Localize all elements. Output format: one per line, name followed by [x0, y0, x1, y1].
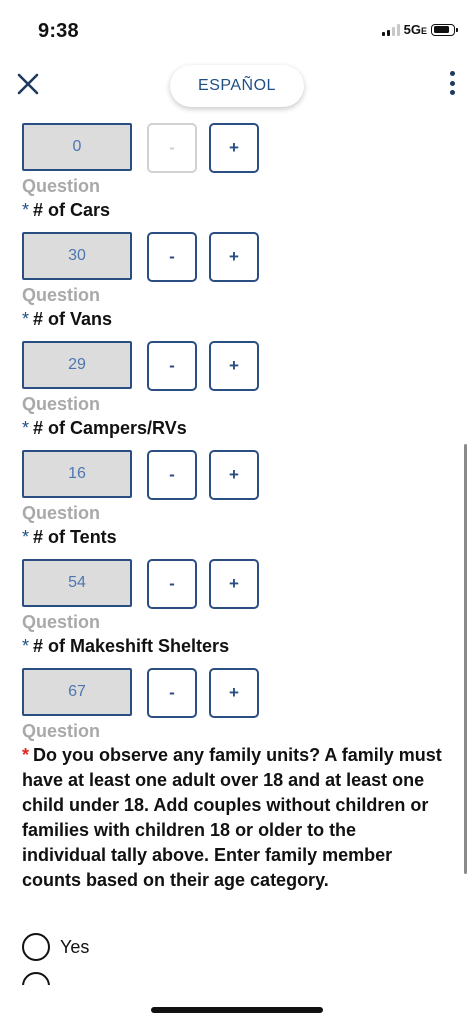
question-text: # of Cars — [33, 200, 111, 220]
decrement-button[interactable]: - — [147, 668, 197, 718]
count-value[interactable]: 29 — [22, 341, 132, 389]
network-suffix: E — [420, 26, 427, 36]
question-text: # of Makeshift Shelters — [33, 636, 230, 656]
question-title-shelters: * # of Makeshift Shelters — [22, 636, 229, 657]
family-units-question: * Do you observe any family units? A fami… — [22, 743, 442, 893]
count-value[interactable]: 67 — [22, 668, 132, 716]
count-value[interactable]: 54 — [22, 559, 132, 607]
decrement-button[interactable]: - — [147, 232, 197, 282]
question-label: Question — [22, 176, 101, 196]
language-toggle-button[interactable]: ESPAÑOL — [170, 65, 304, 107]
required-marker: * — [22, 200, 30, 220]
status-indicators: 5GE — [381, 22, 458, 37]
network-label: 5G — [403, 22, 421, 37]
question-text: Do you observe any family units? A famil… — [22, 745, 442, 890]
scrollbar[interactable] — [464, 444, 467, 874]
question-label: Question — [22, 721, 101, 741]
increment-button[interactable]: + — [209, 559, 259, 609]
bottom-safe-area — [0, 985, 473, 1024]
question-text: # of Campers/RVs — [33, 418, 187, 438]
close-button[interactable] — [14, 70, 44, 100]
decrement-button[interactable]: - — [147, 559, 197, 609]
close-icon — [17, 73, 39, 95]
increment-button[interactable]: + — [209, 341, 259, 391]
question-title-vans: * # of Vans — [22, 309, 112, 330]
more-options-button[interactable] — [445, 68, 459, 98]
required-marker: * — [22, 745, 30, 765]
home-indicator[interactable] — [151, 1007, 323, 1013]
question-label: Question — [22, 394, 101, 414]
question-title-tents: * # of Tents — [22, 527, 117, 548]
required-marker: * — [22, 309, 30, 329]
battery-icon — [431, 23, 458, 36]
required-marker: * — [22, 527, 30, 547]
radio-option-yes[interactable]: Yes — [22, 933, 89, 961]
more-vertical-icon — [449, 71, 455, 76]
question-title-cars: * # of Cars — [22, 200, 110, 221]
increment-button[interactable]: + — [209, 232, 259, 282]
count-value[interactable]: 16 — [22, 450, 132, 498]
question-text: # of Tents — [33, 527, 117, 547]
radio-label: Yes — [60, 936, 90, 957]
network-type: 5GE — [404, 22, 427, 37]
question-label: Question — [22, 285, 101, 305]
increment-button[interactable]: + — [209, 123, 259, 173]
decrement-button[interactable]: - — [147, 341, 197, 391]
question-label: Question — [22, 503, 101, 523]
required-marker: * — [22, 418, 30, 438]
radio-button[interactable] — [22, 933, 50, 961]
increment-button[interactable]: + — [209, 450, 259, 500]
question-label: Question — [22, 612, 101, 632]
decrement-button[interactable]: - — [147, 450, 197, 500]
status-bar: 9:38 5GE — [0, 0, 473, 54]
required-marker: * — [22, 636, 30, 656]
status-time: 9:38 — [38, 20, 79, 42]
increment-button[interactable]: + — [209, 668, 259, 718]
question-text: # of Vans — [33, 309, 113, 329]
decrement-button[interactable]: - — [147, 123, 197, 173]
question-title-campers: * # of Campers/RVs — [22, 418, 187, 439]
count-value[interactable]: 0 — [22, 123, 132, 171]
count-value[interactable]: 30 — [22, 232, 132, 280]
signal-icon — [381, 23, 400, 36]
